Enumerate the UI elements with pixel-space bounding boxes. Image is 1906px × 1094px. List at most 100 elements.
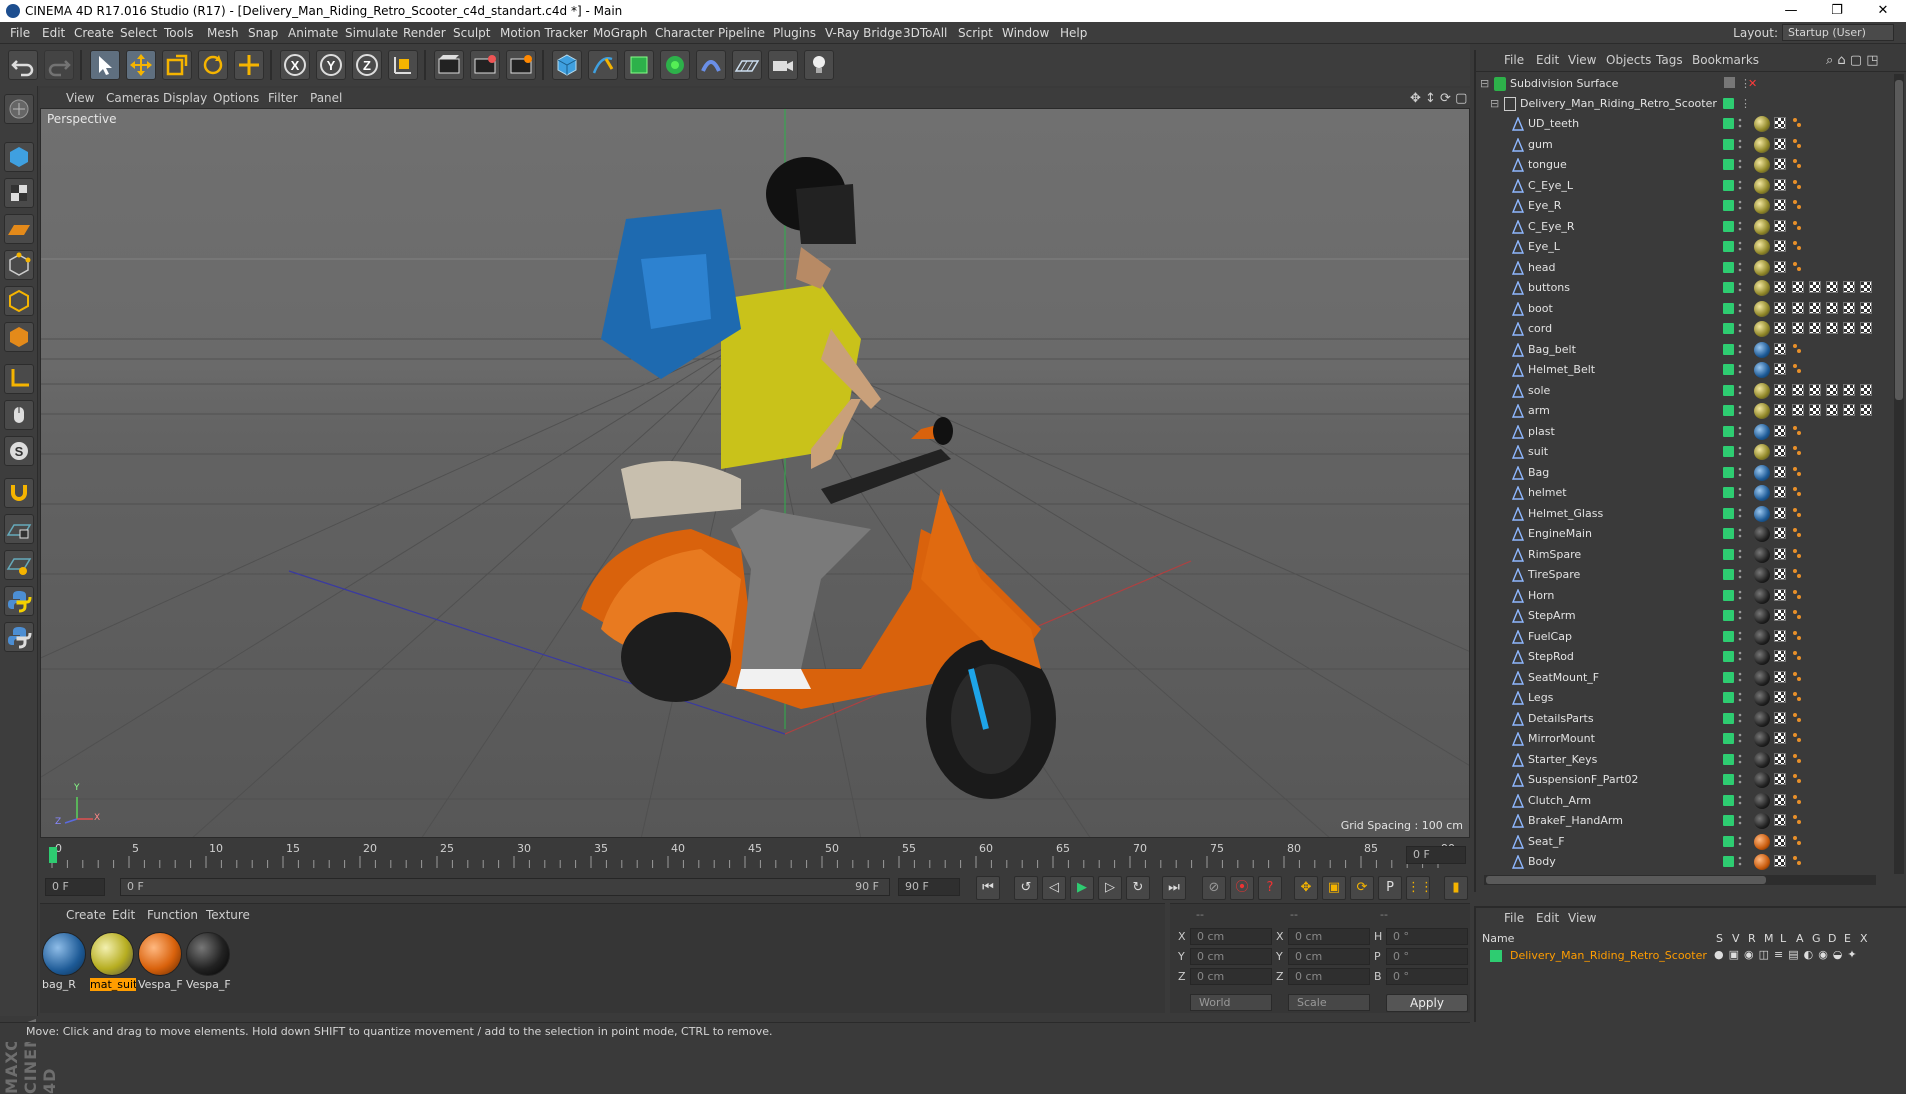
object-row[interactable]: Eye_L — [1476, 237, 1894, 257]
render-dots-icon[interactable] — [1738, 281, 1742, 294]
x-axis-lock-icon[interactable]: X — [280, 50, 310, 80]
menu-script[interactable]: Script — [958, 26, 993, 40]
material-tag-icon[interactable] — [1754, 526, 1770, 542]
size-z-field[interactable]: 0 cm — [1288, 968, 1370, 985]
object-row[interactable]: cord — [1476, 319, 1894, 339]
menu-select[interactable]: Select — [120, 26, 157, 40]
phong-tag-icon[interactable] — [1792, 179, 1802, 191]
phong-tag-icon[interactable] — [1792, 343, 1802, 355]
z-axis-lock-icon[interactable]: Z — [352, 50, 382, 80]
phong-tag-icon[interactable] — [1792, 671, 1802, 683]
visibility-dot-icon[interactable] — [1723, 692, 1734, 703]
playhead[interactable] — [49, 847, 57, 863]
transform-tool-icon[interactable] — [234, 50, 264, 80]
uvw-tag-icon[interactable] — [1774, 486, 1786, 498]
menu-sculpt[interactable]: Sculpt — [453, 26, 490, 40]
menu-file[interactable]: File — [10, 26, 30, 40]
phong-tag-icon[interactable] — [1792, 589, 1802, 601]
uvw-tag-icon[interactable] — [1843, 404, 1855, 416]
object-row[interactable]: RimSpare — [1476, 545, 1894, 565]
render-dots-icon[interactable] — [1738, 425, 1742, 438]
material-swatch[interactable]: Vespa_F — [138, 932, 184, 994]
uvw-tag-icon[interactable] — [1774, 137, 1786, 150]
object-row[interactable]: gum — [1476, 135, 1894, 155]
uvw-tag-icon[interactable] — [1774, 773, 1786, 785]
material-tag-icon[interactable] — [1754, 403, 1770, 419]
visibility-dot-icon[interactable] — [1723, 405, 1734, 416]
render-dots-icon[interactable] — [1738, 363, 1742, 376]
autokey-button[interactable]: ? — [1258, 876, 1282, 900]
phong-tag-icon[interactable] — [1792, 712, 1802, 724]
render-dots-icon[interactable] — [1738, 527, 1742, 540]
material-tag-icon[interactable] — [1754, 157, 1770, 173]
coordinate-system-icon[interactable] — [388, 50, 418, 80]
material-tag-icon[interactable] — [1754, 300, 1770, 317]
menu-edit[interactable]: Edit — [42, 26, 65, 40]
material-tag-icon[interactable] — [1754, 116, 1770, 132]
uvw-tag-icon[interactable] — [1774, 445, 1786, 457]
scale-tool-icon[interactable] — [162, 50, 192, 80]
visibility-dot-icon[interactable] — [1723, 220, 1734, 232]
phong-tag-icon[interactable] — [1792, 240, 1802, 252]
render-dots-icon[interactable] — [1738, 835, 1742, 848]
menu-motion-tracker[interactable]: Motion Tracker — [500, 26, 588, 40]
layer-row[interactable]: Delivery_Man_Riding_Retro_Scooter ●▣◉◫≡▤… — [1476, 948, 1906, 964]
material-tag-icon[interactable] — [1754, 218, 1770, 235]
render-dots-icon[interactable] — [1738, 855, 1742, 868]
cube-object-icon[interactable] — [552, 50, 582, 80]
material-swatch[interactable]: Vespa_F — [186, 932, 232, 994]
object-list-hscrollbar[interactable] — [1484, 875, 1876, 885]
layer-menu-file[interactable]: File — [1504, 911, 1524, 925]
object-row[interactable]: DetailsParts — [1476, 709, 1894, 729]
object-row[interactable]: Horn — [1476, 586, 1894, 606]
material-tag-icon[interactable] — [1754, 485, 1770, 501]
floor-object-icon[interactable] — [732, 50, 762, 80]
timeline-toggle-button[interactable]: ▮ — [1444, 876, 1468, 900]
phong-tag-icon[interactable] — [1792, 425, 1802, 437]
uvw-tag-icon[interactable] — [1774, 219, 1786, 232]
uvw-tag-icon[interactable] — [1774, 732, 1786, 744]
phong-tag-icon[interactable] — [1792, 568, 1802, 580]
material-tag-icon[interactable] — [1754, 649, 1770, 665]
material-tag-icon[interactable] — [1754, 444, 1770, 460]
next-keyframe-button[interactable]: ↻ — [1126, 876, 1150, 900]
uvw-tag-icon[interactable] — [1774, 260, 1786, 273]
uvw-tag-icon[interactable] — [1792, 281, 1804, 293]
workplane-lock-icon[interactable] — [4, 550, 34, 580]
uvw-tag-icon[interactable] — [1774, 199, 1786, 211]
phong-tag-icon[interactable] — [1792, 548, 1802, 560]
uvw-tag-icon[interactable] — [1774, 465, 1786, 478]
uvw-tag-icon[interactable] — [1774, 568, 1786, 580]
snap-icon[interactable]: S — [4, 436, 34, 466]
go-to-end-button[interactable]: ⏭ — [1162, 876, 1186, 900]
texture-mode-icon[interactable] — [4, 178, 34, 208]
object-row[interactable]: StepRod — [1476, 647, 1894, 667]
render-dots-icon[interactable] — [1738, 486, 1742, 499]
visibility-dot-icon[interactable] — [1723, 364, 1734, 375]
uvw-tag-icon[interactable] — [1860, 383, 1872, 396]
material-tag-icon[interactable] — [1754, 198, 1770, 214]
object-row[interactable]: sole — [1476, 381, 1894, 401]
key-rotate-button[interactable]: ⟳ — [1350, 876, 1374, 900]
viewport-nav-icons[interactable]: ✥ ↕ ⟳ ▢ — [1410, 91, 1467, 106]
menu-pipeline[interactable]: Pipeline — [718, 26, 765, 40]
render-dots-icon[interactable] — [1738, 384, 1742, 397]
object-row[interactable]: helmet — [1476, 483, 1894, 503]
uvw-tag-icon[interactable] — [1860, 322, 1872, 334]
edges-mode-icon[interactable] — [4, 286, 34, 316]
object-row[interactable]: EngineMain — [1476, 524, 1894, 544]
grid-snap-icon[interactable] — [4, 514, 34, 544]
material-tag-icon[interactable] — [1754, 136, 1770, 153]
material-tag-icon[interactable] — [1754, 382, 1770, 399]
viewport-menu-cameras[interactable]: Cameras — [106, 91, 159, 105]
layer-flag-icons[interactable]: ●▣◉◫≡▤◐◉◒✦ — [1714, 948, 1862, 961]
material-tag-icon[interactable] — [1754, 854, 1770, 870]
object-row[interactable]: StepArm — [1476, 606, 1894, 626]
position-x-field[interactable]: 0 cm — [1190, 928, 1272, 945]
phong-tag-icon[interactable] — [1792, 773, 1802, 785]
uvw-tag-icon[interactable] — [1774, 158, 1786, 170]
size-x-field[interactable]: 0 cm — [1288, 928, 1370, 945]
visibility-dot-icon[interactable] — [1723, 425, 1734, 437]
object-row[interactable]: BrakeF_HandArm — [1476, 811, 1894, 831]
uvw-tag-icon[interactable] — [1809, 281, 1821, 293]
